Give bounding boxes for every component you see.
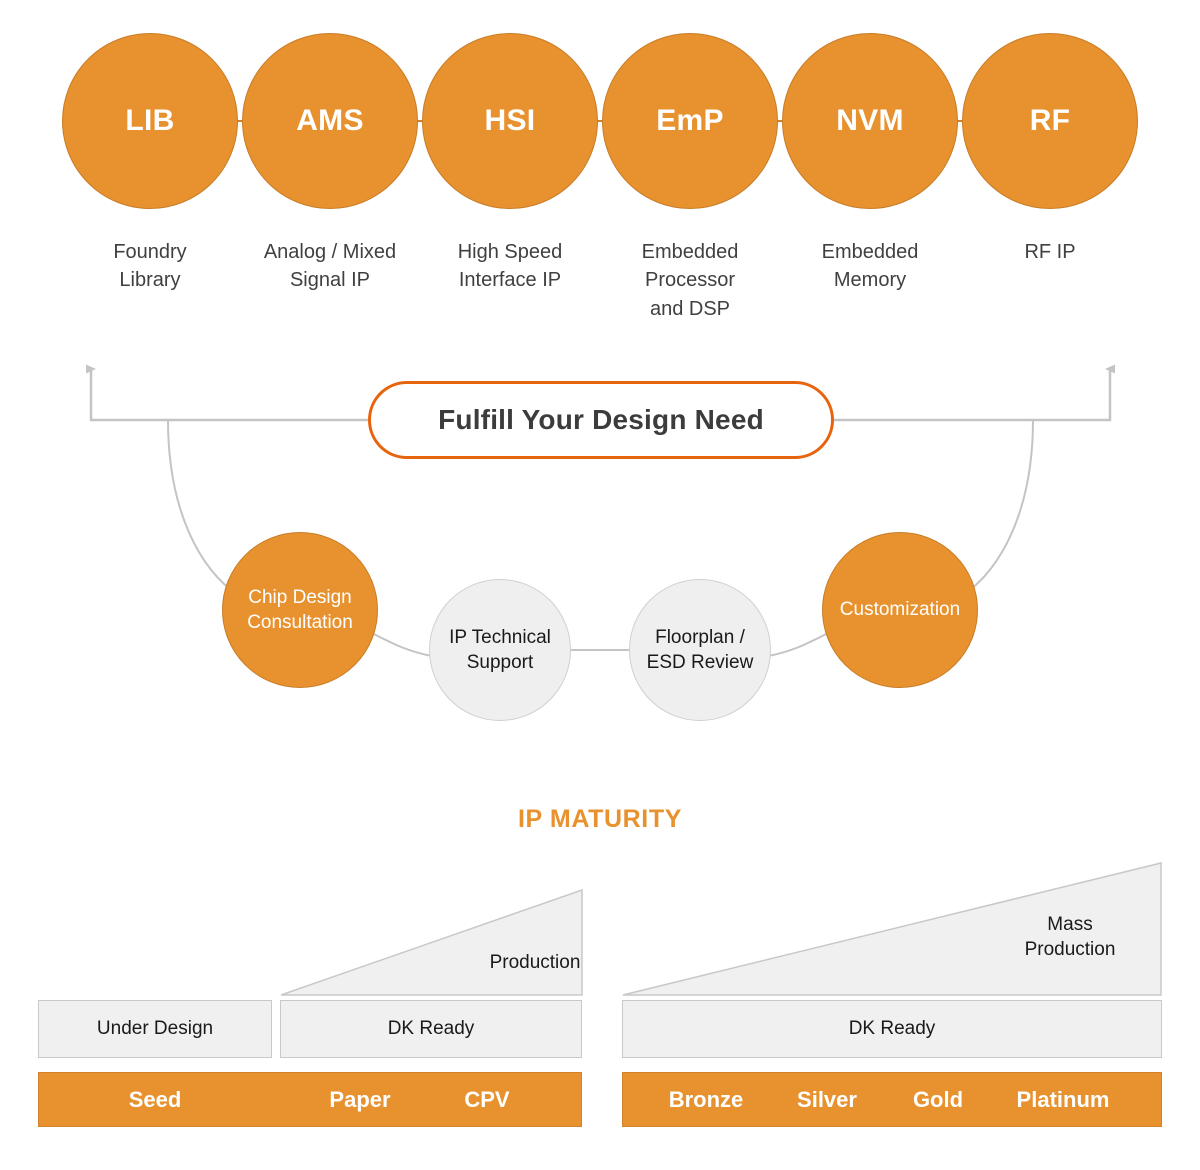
diagram-canvas: LIB Foundry Library AMS Analog / Mixed Signal… xyxy=(0,0,1200,1170)
fulfill-design-need-pill[interactable]: Fulfill Your Design Need xyxy=(368,381,834,459)
service-circle-ip-technical-support[interactable]: IP Technical Support xyxy=(429,579,571,721)
service-link-1 xyxy=(369,631,433,657)
ip-circle-rf[interactable]: RF xyxy=(962,33,1138,209)
service-circle-label: Floorplan / ESD Review xyxy=(646,626,754,673)
maturity-tier-bar-left[interactable]: Seed Paper CPV xyxy=(38,1072,582,1127)
ip-circle-emp[interactable]: EmP xyxy=(602,33,778,209)
left-feedback-arrow xyxy=(91,369,368,422)
right-feedback-arrow xyxy=(833,369,1110,422)
maturity-tier-cpv[interactable]: CPV xyxy=(412,1073,562,1126)
ip-circle-abbr: RF xyxy=(1029,104,1071,137)
maturity-tier-seed[interactable]: Seed xyxy=(80,1073,230,1126)
left-production-ramp xyxy=(280,888,583,996)
right-service-curve xyxy=(962,419,1034,596)
service-circle-label: Chip Design Consultation xyxy=(247,586,353,633)
ip-circle-abbr: NVM xyxy=(836,104,904,137)
right-ramp-label: Mass Production xyxy=(1024,914,1116,961)
maturity-box-left-dk-ready: DK Ready xyxy=(280,1000,582,1058)
ip-circle-abbr: AMS xyxy=(296,104,364,137)
left-ramp-label: Production xyxy=(489,952,581,973)
service-circle-label: Customization xyxy=(839,599,961,621)
ip-circle-lib[interactable]: LIB xyxy=(62,33,238,209)
ip-circle-hsi[interactable]: HSI xyxy=(422,33,598,209)
service-circle-customization[interactable]: Customization xyxy=(822,532,978,688)
ip-circle-abbr: HSI xyxy=(484,104,536,137)
service-circle-chip-design-consultation[interactable]: Chip Design Consultation xyxy=(222,532,378,688)
maturity-box-right-dk-ready: DK Ready xyxy=(622,1000,1162,1058)
ip-circle-abbr: EmP xyxy=(656,104,724,137)
ip-maturity-title: IP MATURITY xyxy=(517,805,682,833)
ip-circle-ams[interactable]: AMS xyxy=(242,33,418,209)
maturity-tier-platinum[interactable]: Platinum xyxy=(988,1073,1138,1126)
ip-circle-abbr: LIB xyxy=(125,104,175,137)
ip-circle-nvm[interactable]: NVM xyxy=(782,33,958,209)
maturity-tier-bar-right[interactable]: Bronze Silver Gold Platinum xyxy=(622,1072,1162,1127)
service-circle-floorplan-esd-review[interactable]: Floorplan / ESD Review xyxy=(629,579,771,721)
service-circle-label: IP Technical Support xyxy=(449,626,551,673)
service-link-3 xyxy=(767,631,831,657)
pill-label: Fulfill Your Design Need xyxy=(438,404,764,435)
left-service-curve xyxy=(167,419,239,596)
maturity-box-left-under-design: Under Design xyxy=(38,1000,272,1058)
ip-caption-rf: RF IP xyxy=(1024,241,1076,263)
